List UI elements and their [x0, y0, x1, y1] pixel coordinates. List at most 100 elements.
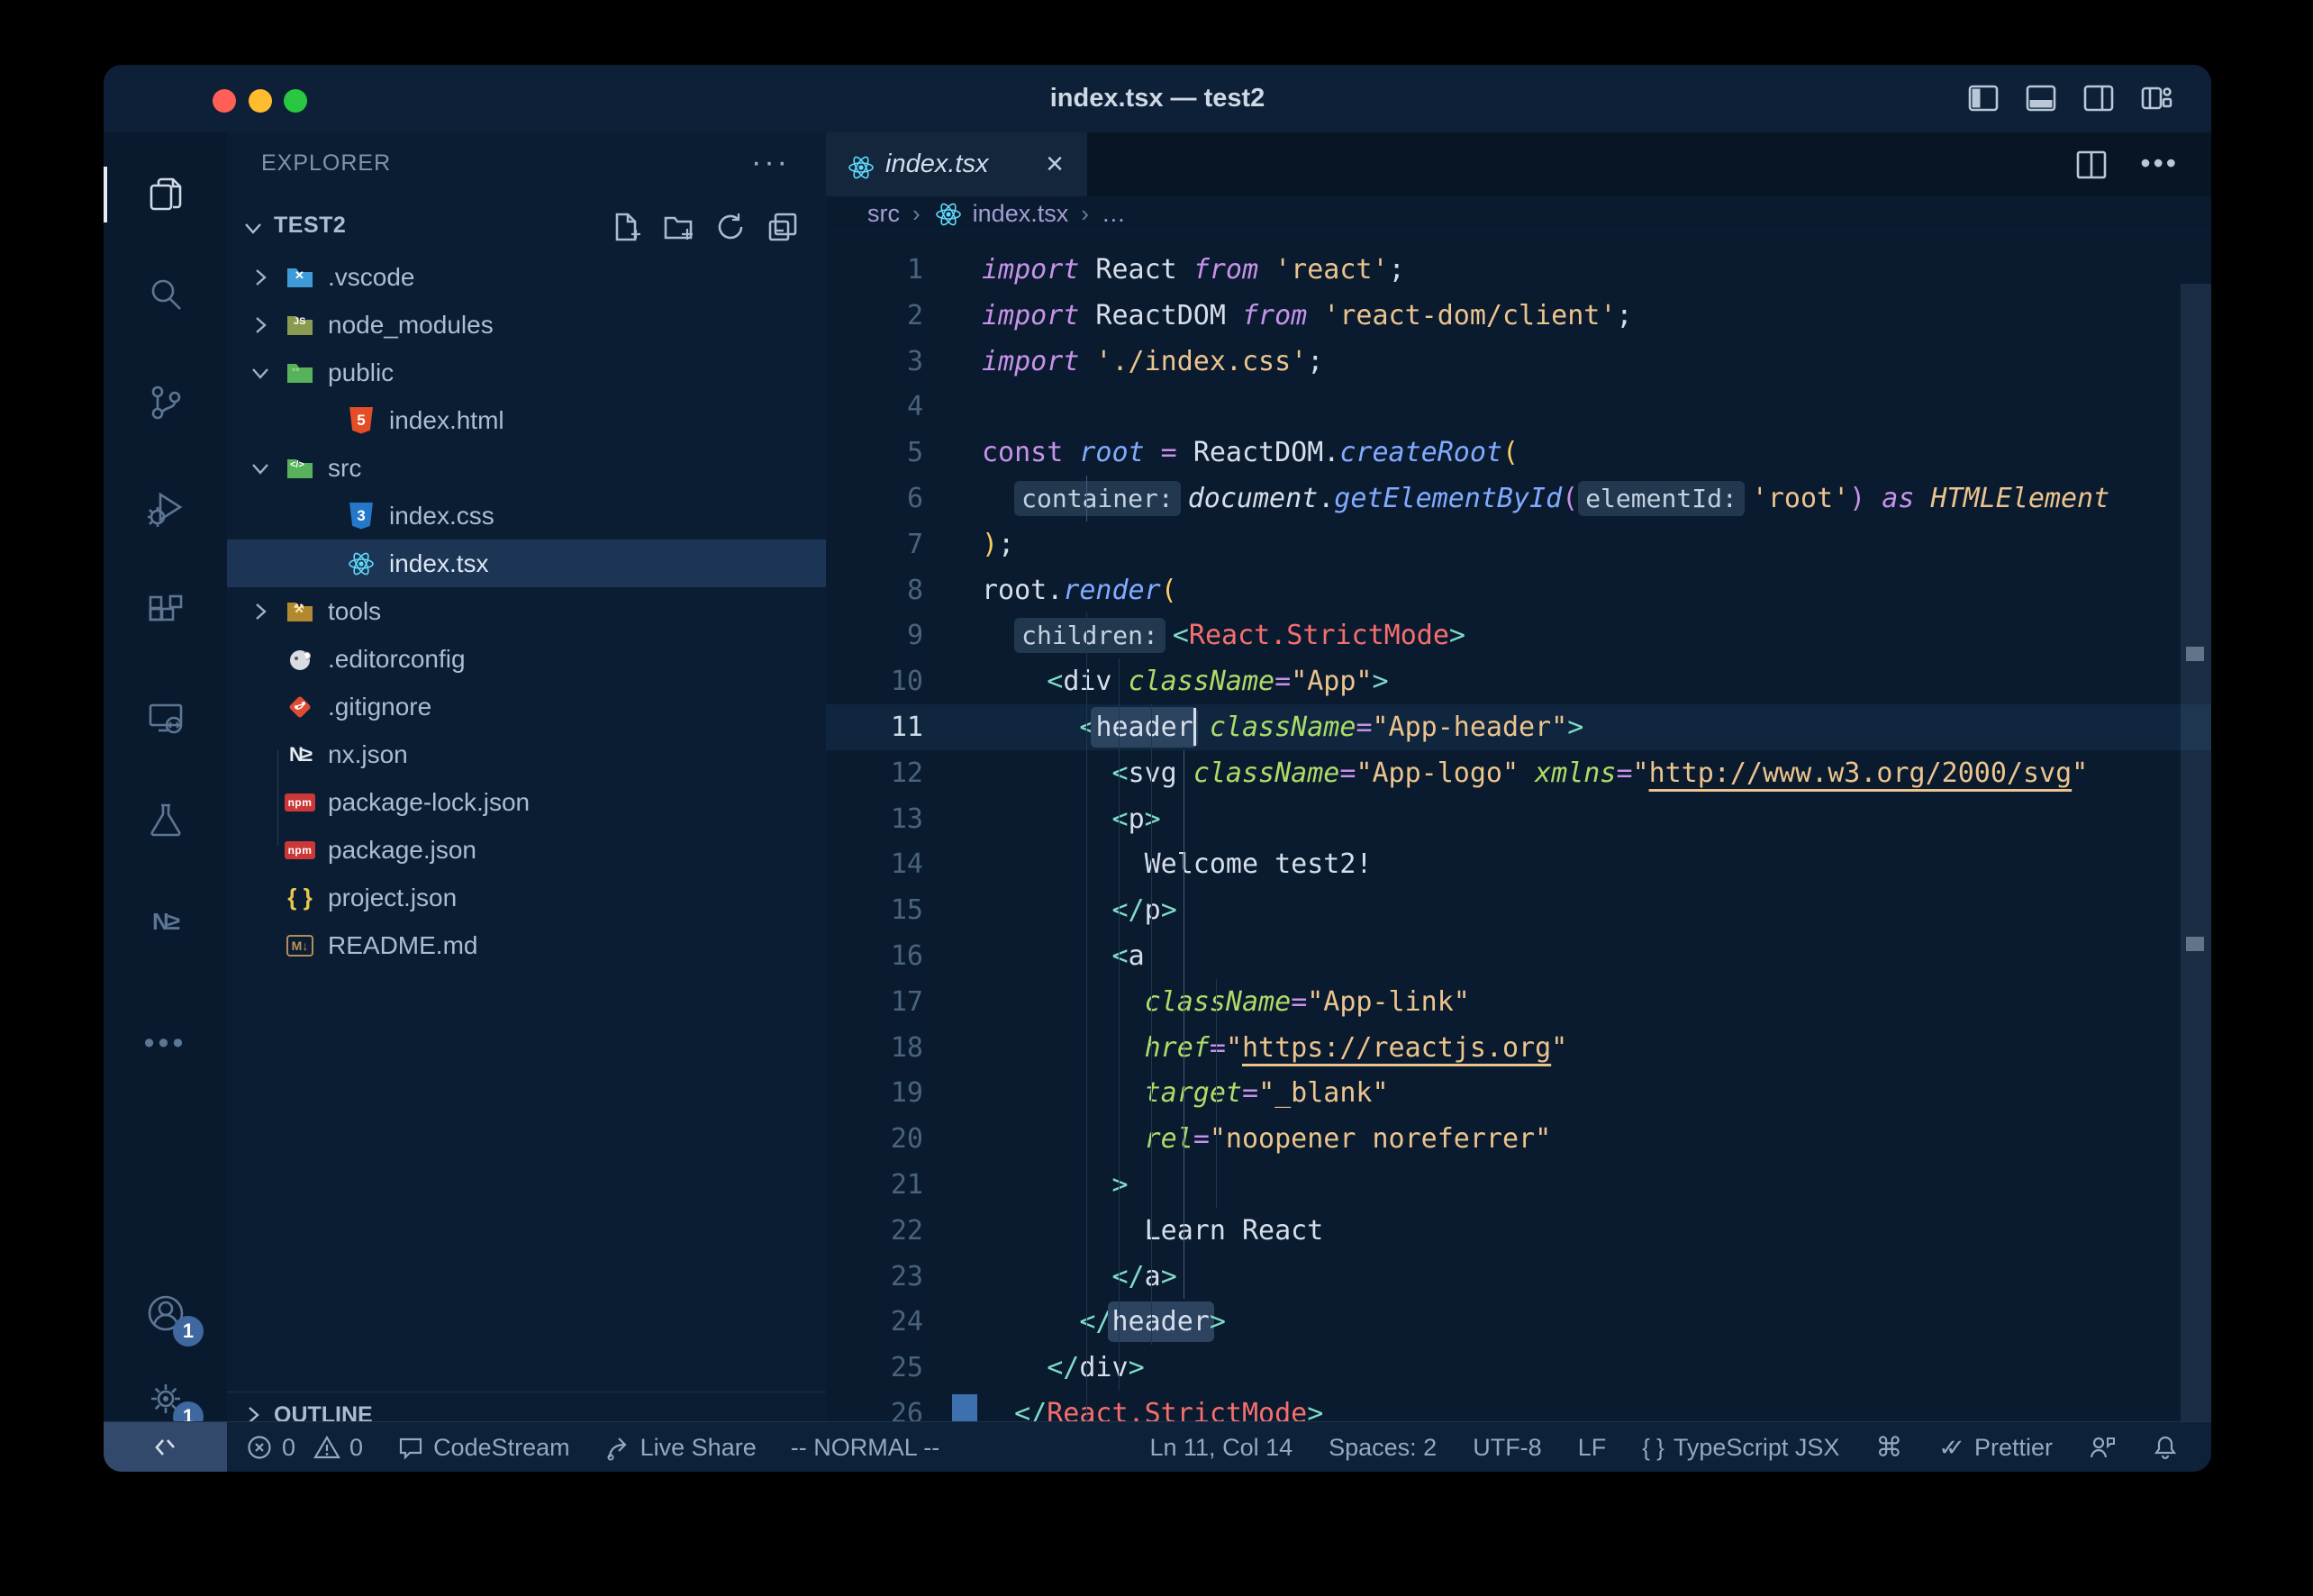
code-line-5[interactable]: 5const root = ReactDOM.createRoot(	[826, 430, 2211, 476]
code-line-17[interactable]: 17 className="App-link"	[826, 979, 2211, 1025]
statusbar-spaces-2[interactable]: Spaces: 2	[1329, 1434, 1437, 1462]
markdown-icon: M↓	[285, 930, 315, 961]
remote-indicator[interactable]	[104, 1422, 227, 1472]
statusbar-0[interactable]: 0	[246, 1434, 295, 1462]
tree-item--editorconfig[interactable]: .editorconfig	[227, 635, 826, 683]
tree-item--vscode[interactable]: ✕.vscode	[227, 253, 826, 301]
layout-sidebar-right-icon[interactable]	[2082, 81, 2116, 115]
tree-item--gitignore[interactable]: .gitignore	[227, 683, 826, 730]
code-line-4[interactable]: 4	[826, 384, 2211, 430]
code-line-22[interactable]: 22 Learn React	[826, 1208, 2211, 1254]
file-label: public	[328, 358, 394, 387]
layout-panel-icon[interactable]	[2024, 81, 2058, 115]
code-line-6[interactable]: 6 container:document.getElementById(elem…	[826, 476, 2211, 521]
statusbar-prettier[interactable]: ✓✓Prettier	[1938, 1434, 2053, 1462]
code-line-7[interactable]: 7);	[826, 521, 2211, 567]
new-file-icon[interactable]	[610, 211, 642, 243]
code-line-1[interactable]: 1import React from 'react';	[826, 247, 2211, 293]
tree-item-project-json[interactable]: { }project.json	[227, 874, 826, 921]
code-text: <div className="App">	[982, 658, 1389, 704]
code-line-24[interactable]: 24 </header>	[826, 1299, 2211, 1345]
code-line-10[interactable]: 10 <div className="App">	[826, 658, 2211, 704]
explorer-more-button[interactable]: ···	[751, 145, 790, 180]
statusbar-utf-8[interactable]: UTF-8	[1473, 1434, 1542, 1462]
close-tab-icon[interactable]: ×	[1046, 147, 1064, 182]
tree-item-node-modules[interactable]: JSnode_modules	[227, 301, 826, 349]
statusbar-0[interactable]: 0	[313, 1434, 363, 1462]
code-text: href="https://reactjs.org"	[982, 1025, 1567, 1071]
test-beaker-activity-button[interactable]	[104, 788, 227, 851]
project-section-header[interactable]: TEST2	[227, 202, 826, 252]
statusbar--normal-[interactable]: -- NORMAL --	[791, 1434, 939, 1462]
more-button[interactable]: •••	[104, 1011, 227, 1075]
code-text: className="App-link"	[982, 979, 1470, 1025]
code-line-3[interactable]: 3import './index.css';	[826, 339, 2211, 385]
tree-item-readme-md[interactable]: M↓README.md	[227, 921, 826, 969]
code-line-18[interactable]: 18 href="https://reactjs.org"	[826, 1025, 2211, 1071]
statusbar-label: Live Share	[640, 1434, 757, 1462]
refresh-icon[interactable]	[714, 211, 747, 243]
tree-item-package-json[interactable]: npmpackage.json	[227, 826, 826, 874]
code-line-16[interactable]: 16 <a	[826, 933, 2211, 979]
split-editor-icon[interactable]	[2073, 147, 2109, 183]
new-folder-icon[interactable]	[662, 211, 694, 243]
breadcrumb-item[interactable]: src	[867, 200, 900, 228]
code-line-23[interactable]: 23 </a>	[826, 1254, 2211, 1300]
tree-item-src[interactable]: </>src	[227, 444, 826, 492]
code-editor[interactable]: 1import React from 'react';2import React…	[826, 231, 2211, 1421]
tree-item-tools[interactable]: ⚒tools	[227, 587, 826, 635]
editor-scrollbar[interactable]	[2181, 284, 2211, 1421]
tree-item-index-css[interactable]: 3index.css	[227, 492, 826, 540]
tree-item-public[interactable]: ◦◦public	[227, 349, 826, 396]
code-line-13[interactable]: 13 <p>	[826, 796, 2211, 842]
code-line-11[interactable]: 11 <header className="App-header">	[826, 704, 2211, 750]
line-number: 8	[826, 567, 923, 613]
statusbar-feedback-icon[interactable]	[2089, 1434, 2116, 1461]
code-text: </React.StrictMode>	[982, 1391, 1323, 1421]
indent-guide	[1151, 704, 1152, 1345]
statusbar-pretzel-icon[interactable]: ⌘	[1875, 1432, 1902, 1464]
code-line-8[interactable]: 8root.render(	[826, 567, 2211, 613]
code-line-12[interactable]: 12 <svg className="App-logo" xmlns="http…	[826, 750, 2211, 796]
nx-console-activity-button[interactable]: N≥	[104, 890, 227, 953]
tree-item-index-html[interactable]: 5index.html	[227, 396, 826, 444]
code-line-14[interactable]: 14 Welcome test2!	[826, 841, 2211, 887]
chevron-down-icon	[249, 361, 272, 385]
tree-item-nx-json[interactable]: N≥nx.json	[227, 730, 826, 778]
statusbar-bell-icon[interactable]	[2152, 1434, 2179, 1461]
search-activity-button[interactable]	[104, 263, 227, 326]
code-line-21[interactable]: 21 >	[826, 1162, 2211, 1208]
breadcrumb-item[interactable]: index.tsx	[933, 199, 1069, 230]
code-line-26[interactable]: 26 </React.StrictMode>	[826, 1391, 2211, 1421]
tree-item-index-tsx[interactable]: index.tsx	[227, 540, 826, 587]
collapse-all-icon[interactable]	[766, 211, 799, 243]
file-label: tools	[328, 597, 381, 626]
statusbar-codestream[interactable]: CodeStream	[397, 1434, 570, 1462]
code-line-9[interactable]: 9 children:<React.StrictMode>	[826, 612, 2211, 658]
tab-index-tsx[interactable]: index.tsx ×	[826, 132, 1087, 196]
tree-item-package-lock-json[interactable]: npmpackage-lock.json	[227, 778, 826, 826]
code-line-2[interactable]: 2import ReactDOM from 'react-dom/client'…	[826, 293, 2211, 339]
files-activity-button[interactable]	[104, 163, 227, 226]
statusbar-typescript-jsx[interactable]: { }TypeScript JSX	[1642, 1434, 1839, 1462]
code-line-20[interactable]: 20 rel="noopener noreferrer"	[826, 1116, 2211, 1162]
more-icon[interactable]: •••	[2140, 147, 2179, 183]
run-debug-activity-button[interactable]	[104, 477, 227, 540]
code-line-25[interactable]: 25 </div>	[826, 1345, 2211, 1391]
layout-customize-icon[interactable]	[2139, 81, 2173, 115]
statusbar-live-share[interactable]: Live Share	[604, 1434, 757, 1462]
statusbar-ln-11-col-14[interactable]: Ln 11, Col 14	[1150, 1434, 1293, 1462]
share-icon	[604, 1434, 631, 1461]
code-line-19[interactable]: 19 target="_blank"	[826, 1070, 2211, 1116]
layout-sidebar-icon[interactable]	[1966, 81, 2000, 115]
titlebar: index.tsx — test2	[104, 65, 2211, 132]
extensions-activity-button[interactable]	[104, 580, 227, 643]
statusbar-lf[interactable]: LF	[1578, 1434, 1607, 1462]
code-line-15[interactable]: 15 </p>	[826, 887, 2211, 933]
source-control-activity-button[interactable]	[104, 371, 227, 434]
account-button[interactable]: 1	[104, 1282, 227, 1345]
breadcrumb-item[interactable]: …	[1102, 200, 1126, 228]
remote-explorer-activity-button[interactable]	[104, 686, 227, 749]
breadcrumb[interactable]: src›index.tsx›…	[826, 196, 2211, 232]
npm-icon: npm	[285, 787, 315, 818]
